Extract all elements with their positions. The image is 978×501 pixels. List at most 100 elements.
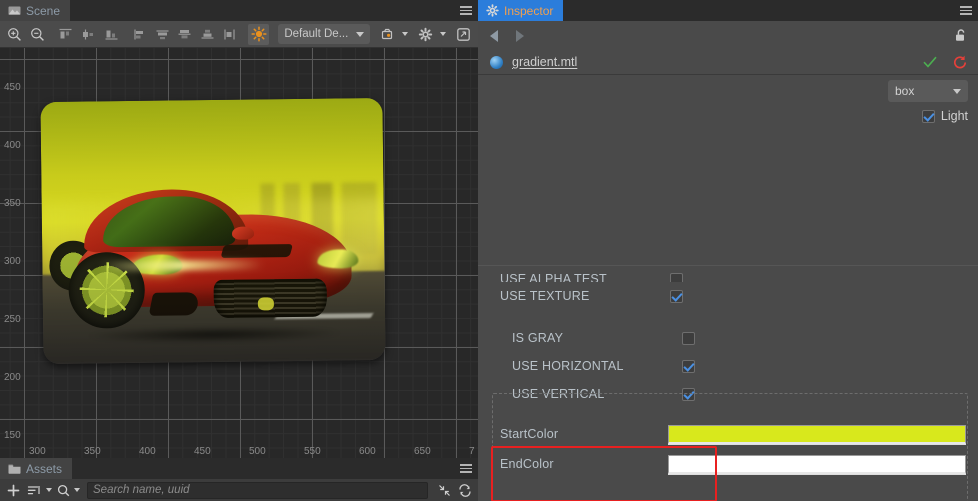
ruler-tick-v: 150 <box>4 430 21 441</box>
assets-toolbar <box>0 479 478 501</box>
ruler-tick-h: 450 <box>194 446 211 457</box>
assets-tabbar: Assets <box>0 458 478 479</box>
material-sphere-icon <box>490 55 503 69</box>
scene-menu-icon[interactable] <box>454 0 478 21</box>
search-input[interactable] <box>93 484 422 496</box>
use-vertical-checkbox[interactable] <box>682 387 695 401</box>
sort-chevron-down-icon[interactable] <box>46 488 52 492</box>
reset-icon[interactable] <box>952 55 968 70</box>
sort-icon[interactable] <box>25 480 43 501</box>
align-middle-icon[interactable] <box>151 24 173 45</box>
scene-tabbar: Scene <box>0 0 478 21</box>
tab-scene[interactable]: Scene <box>0 0 71 21</box>
property-label: USE ALPHA TEST <box>500 272 607 282</box>
arrow-left-icon[interactable] <box>490 29 498 42</box>
inspector-body: box Light USE ALPHA TEST USE TEXTURE IS … <box>478 75 978 501</box>
ruler-tick-h: 300 <box>29 446 46 457</box>
light-checkbox[interactable] <box>921 109 935 123</box>
gear-chevron-down-icon[interactable] <box>439 32 446 36</box>
horizontal-ruler: 300 350 400 450 500 550 600 650 7 <box>0 444 478 458</box>
chevron-down-icon <box>953 88 961 94</box>
ruler-tick-v: 400 <box>4 140 21 151</box>
ruler-tick-v: 250 <box>4 314 21 325</box>
use-alpha-test-checkbox[interactable] <box>670 273 683 282</box>
technique-block: box Light <box>888 80 968 123</box>
use-texture-checkbox[interactable] <box>670 289 683 303</box>
property-row-start-color[interactable]: StartColor <box>478 419 978 449</box>
end-color-swatch[interactable] <box>668 454 966 474</box>
scene-panel: Scene Default De... 450 400 350 300 250 … <box>0 0 478 458</box>
camera-icon[interactable] <box>377 24 399 45</box>
car-graphic <box>49 187 371 344</box>
tab-scene-label: Scene <box>26 3 61 18</box>
camera-chevron-down-icon[interactable] <box>401 32 408 36</box>
gear-icon <box>486 4 499 17</box>
inspected-asset-row: gradient.mtl <box>478 50 978 75</box>
ruler-tick-h: 550 <box>304 446 321 457</box>
property-row-is-gray[interactable]: IS GRAY <box>478 324 978 352</box>
asset-name-label: gradient.mtl <box>512 55 578 69</box>
filter-chevron-down-icon[interactable] <box>74 488 80 492</box>
car-air-intake <box>148 291 201 317</box>
ruler-tick-h: 7 <box>469 446 475 457</box>
inspector-menu-icon[interactable] <box>954 0 978 21</box>
start-color-swatch[interactable] <box>668 424 966 444</box>
align-center-horizontal-icon[interactable] <box>78 24 100 45</box>
zoom-out-icon[interactable] <box>27 24 49 45</box>
design-resolution-dropdown[interactable]: Default De... <box>278 24 371 44</box>
tab-assets[interactable]: Assets <box>0 458 73 479</box>
design-resolution-value: Default De... <box>284 28 349 40</box>
chevron-down-icon <box>356 31 365 37</box>
unlock-icon[interactable] <box>953 28 968 43</box>
vertical-ruler: 450 400 350 300 250 200 150 <box>2 48 26 458</box>
assets-search-box[interactable] <box>87 481 428 499</box>
technique-dropdown[interactable]: box <box>888 80 968 102</box>
property-row-use-texture[interactable]: USE TEXTURE <box>478 282 978 310</box>
ruler-tick-h: 500 <box>249 446 266 457</box>
car-mirror <box>231 226 254 241</box>
is-gray-checkbox[interactable] <box>682 331 695 345</box>
property-row-use-vertical[interactable]: USE VERTICAL <box>478 380 978 408</box>
align-bottom-icon[interactable] <box>197 24 219 45</box>
align-right-icon[interactable] <box>100 24 122 45</box>
use-horizontal-checkbox[interactable] <box>682 359 695 373</box>
align-top-icon[interactable] <box>129 24 151 45</box>
gear-icon[interactable] <box>415 24 437 45</box>
align-left-icon[interactable] <box>55 24 77 45</box>
ruler-tick-h: 350 <box>84 446 101 457</box>
ruler-tick-h: 600 <box>359 446 376 457</box>
property-label: IS GRAY <box>512 331 564 345</box>
scene-toolbar: Default De... <box>0 21 478 48</box>
light-checkbox-label: Light <box>940 109 968 123</box>
collapse-all-icon[interactable] <box>435 480 453 501</box>
check-icon[interactable] <box>922 55 938 69</box>
tab-inspector[interactable]: Inspector <box>478 0 564 21</box>
inspector-tabbar: Inspector <box>478 0 978 21</box>
end-color-label: EndColor <box>500 457 554 471</box>
light-checkbox-row[interactable]: Light <box>888 109 968 123</box>
property-label: USE TEXTURE <box>500 289 590 303</box>
material-properties-list[interactable]: USE ALPHA TEST USE TEXTURE IS GRAY USE H… <box>478 265 978 501</box>
inspector-history-nav <box>478 21 978 50</box>
distribute-horizontal-icon[interactable] <box>219 24 241 45</box>
zoom-in-icon[interactable] <box>4 24 26 45</box>
ruler-tick-v: 200 <box>4 372 21 383</box>
tab-inspector-label: Inspector <box>504 3 554 18</box>
property-row-use-alpha-test[interactable]: USE ALPHA TEST <box>478 266 978 282</box>
tab-assets-label: Assets <box>26 461 63 476</box>
car-hood-vent <box>220 243 294 258</box>
property-row-end-color[interactable]: EndColor <box>478 449 978 479</box>
property-row-use-horizontal[interactable]: USE HORIZONTAL <box>478 352 978 380</box>
layout-icon[interactable] <box>453 24 475 45</box>
ruler-tick-v: 450 <box>4 82 21 93</box>
distribute-vertical-icon[interactable] <box>174 24 196 45</box>
search-filter-icon[interactable] <box>55 480 71 501</box>
sprite-car-preview[interactable] <box>40 97 386 365</box>
assets-menu-icon[interactable] <box>454 458 478 479</box>
plus-icon[interactable] <box>4 480 22 501</box>
refresh-icon[interactable] <box>456 480 474 501</box>
scene-viewport[interactable]: 450 400 350 300 250 200 150 300 350 400 … <box>0 48 478 458</box>
technique-value: box <box>895 84 915 98</box>
arrow-right-icon[interactable] <box>516 29 524 42</box>
lighting-gizmo-icon[interactable] <box>247 23 270 45</box>
